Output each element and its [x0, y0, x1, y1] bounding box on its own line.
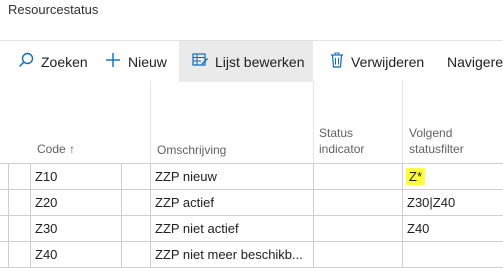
column-divider — [402, 81, 403, 163]
cell-status-indicator[interactable] — [313, 164, 402, 189]
table-body: Z10 ZZP nieuw Z* Z20 ZZP actief Z30|Z40 … — [0, 164, 503, 268]
cell-status-indicator[interactable] — [313, 216, 402, 241]
row-actions[interactable] — [121, 190, 150, 215]
edit-list-button[interactable]: Lijst bewerken — [179, 41, 313, 82]
row-actions[interactable] — [121, 164, 150, 189]
cell-status-indicator[interactable] — [313, 242, 402, 267]
table-row[interactable]: Z10 ZZP nieuw Z* — [0, 164, 503, 190]
highlighted-value: Z* — [406, 168, 425, 185]
search-button[interactable]: Zoeken — [18, 41, 88, 82]
column-divider — [150, 81, 151, 163]
table-row[interactable]: Z40 ZZP niet meer beschikb... — [0, 242, 503, 268]
column-header-next-status-filter-line2: statusfilter — [409, 142, 464, 156]
column-header-code[interactable]: Code ↑ — [37, 141, 75, 157]
navigate-button-label: Navigere — [447, 53, 503, 70]
cell-code[interactable]: Z10 — [30, 164, 121, 189]
edit-list-button-label: Lijst bewerken — [215, 53, 305, 70]
row-selector[interactable] — [8, 190, 30, 215]
column-header-status-indicator[interactable]: Status indicator — [319, 125, 364, 157]
delete-button[interactable]: Verwijderen — [330, 41, 424, 82]
column-header-status-indicator-line2: indicator — [319, 142, 365, 156]
new-button-label: Nieuw — [128, 53, 167, 70]
column-header-description[interactable]: Omschrijving — [157, 142, 226, 158]
column-header-next-status-filter-line1: Volgend — [409, 126, 453, 140]
table-row[interactable]: Z30 ZZP niet actief Z40 — [0, 216, 503, 242]
search-button-label: Zoeken — [41, 53, 88, 70]
delete-button-label: Verwijderen — [351, 53, 425, 70]
row-selector[interactable] — [8, 164, 30, 189]
table-row[interactable]: Z20 ZZP actief Z30|Z40 — [0, 190, 503, 216]
column-header-next-status-filter[interactable]: Volgend statusfilter — [409, 125, 464, 157]
navigate-button[interactable]: Navigere — [447, 41, 503, 82]
cell-description[interactable]: ZZP nieuw — [150, 164, 313, 189]
cell-code[interactable]: Z40 — [30, 242, 121, 267]
cell-description[interactable]: ZZP niet actief — [150, 216, 313, 241]
cell-code[interactable]: Z20 — [30, 190, 121, 215]
row-selector[interactable] — [8, 216, 30, 241]
table-header: Code ↑ Omschrijving Status indicator Vol… — [0, 81, 503, 164]
cell-next-status-filter[interactable]: Z* — [402, 164, 503, 189]
plus-icon — [105, 52, 128, 71]
column-header-status-indicator-line1: Status — [319, 126, 354, 140]
trash-icon — [330, 52, 351, 71]
cell-status-indicator[interactable] — [313, 190, 402, 215]
cell-description[interactable]: ZZP actief — [150, 190, 313, 215]
new-button[interactable]: Nieuw — [105, 41, 167, 82]
cell-next-status-filter[interactable]: Z40 — [402, 216, 503, 241]
row-actions[interactable] — [121, 242, 150, 267]
search-icon — [18, 52, 41, 71]
row-selector[interactable] — [8, 242, 30, 267]
column-divider — [313, 81, 314, 163]
cell-next-status-filter[interactable]: Z30|Z40 — [402, 190, 503, 215]
action-bar: Zoeken Nieuw Lijst bewerken Verwijderen … — [0, 40, 503, 82]
edit-list-icon — [192, 52, 215, 71]
cell-code[interactable]: Z30 — [30, 216, 121, 241]
page-title: Resourcestatus — [8, 2, 99, 17]
row-actions[interactable] — [121, 216, 150, 241]
cell-description[interactable]: ZZP niet meer beschikb... — [150, 242, 313, 267]
cell-next-status-filter[interactable] — [402, 242, 503, 267]
